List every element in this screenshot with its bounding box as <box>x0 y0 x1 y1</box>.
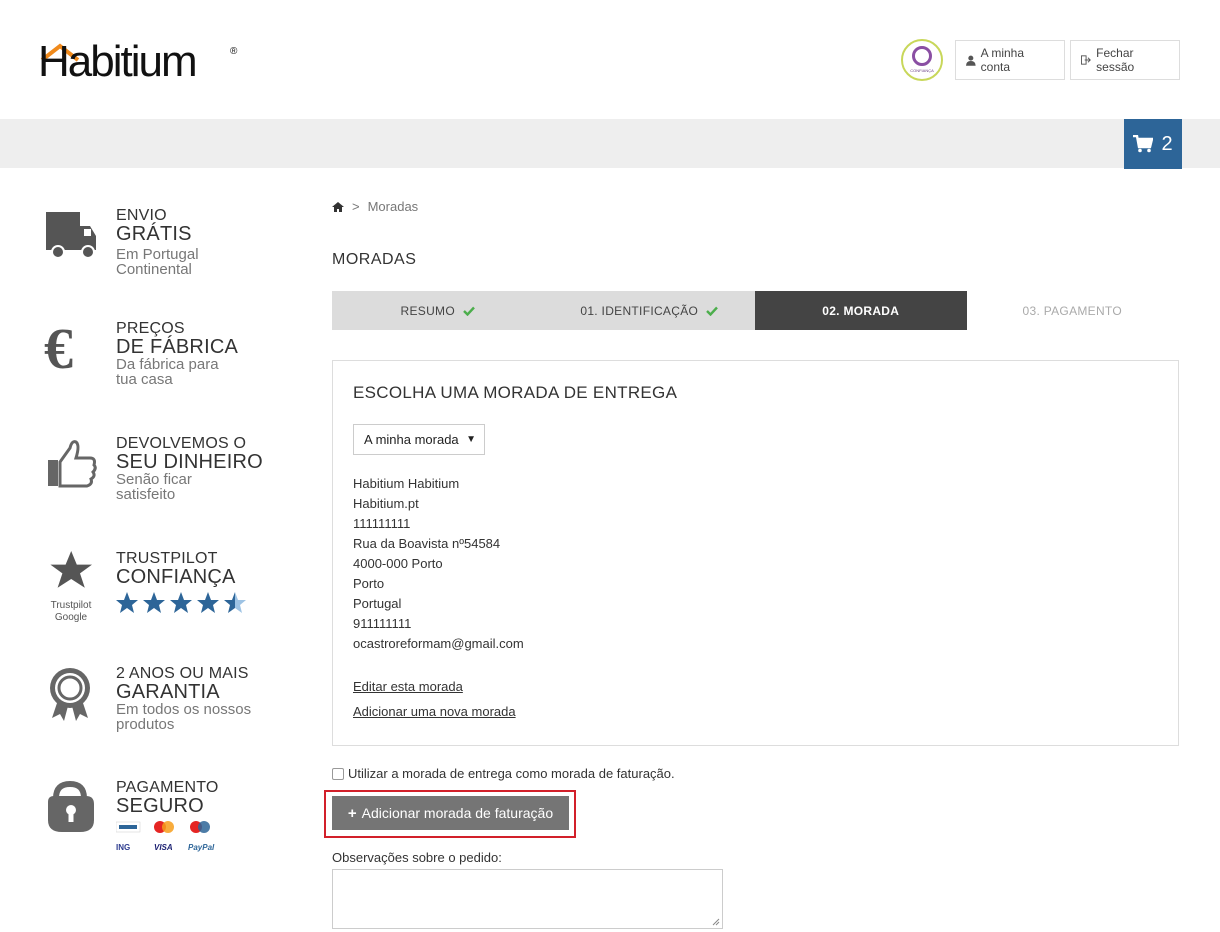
address-line: ocastroreformam@gmail.com <box>353 636 524 651</box>
check-icon <box>706 306 719 316</box>
star-2 <box>143 592 165 613</box>
address-line: Porto <box>353 576 385 591</box>
sidebar-line1: TRUSTPILOT <box>116 550 218 567</box>
truck-icon <box>46 212 96 259</box>
pay-visa: VISA <box>154 843 173 852</box>
add-billing-address-label: Adicionar morada de faturação <box>361 805 554 821</box>
sidebar-line3: Em todos os nossos <box>116 701 252 718</box>
pay-ing: ING <box>116 843 130 852</box>
trust-badge-text: CONFIANÇA <box>910 68 934 73</box>
order-notes-label: Observações sobre o pedido: <box>332 850 502 865</box>
medal-icon <box>50 668 90 721</box>
breadcrumb: > Moradas <box>332 199 418 214</box>
step-address: 02. MORADA <box>755 291 967 330</box>
billing-checkbox-label: Utilizar a morada de entrega como morada… <box>348 766 675 781</box>
address-select[interactable]: A minha morada ▼ <box>353 424 485 455</box>
trust-badge-icon <box>912 46 932 66</box>
address-line: 4000-000 Porto <box>353 556 443 571</box>
address-select-value: A minha morada <box>364 432 459 447</box>
habitium-logo[interactable]: Habitium ® <box>38 40 238 84</box>
sidebar-line2: SEU DINHEIRO <box>116 451 263 473</box>
address-line: 111111111 <box>353 516 411 531</box>
sidebar-line4: satisfeito <box>116 486 176 503</box>
star-3 <box>170 592 192 613</box>
delivery-address-panel: ESCOLHA UMA MORADA DE ENTREGA A minha mo… <box>332 360 1179 746</box>
logout-label: Fechar sessão <box>1096 46 1135 74</box>
sidebar-line3: Senão ficar <box>116 471 192 488</box>
sidebar-line1: PREÇOS <box>116 320 185 337</box>
step-identification[interactable]: 01. IDENTIFICAÇÃO <box>543 291 755 330</box>
sidebar-line2: CONFIANÇA <box>116 566 236 588</box>
add-address-link[interactable]: Adicionar uma nova morada <box>353 704 516 719</box>
order-notes-textarea[interactable] <box>332 869 723 929</box>
plus-icon: + <box>347 804 357 822</box>
sidebar-line4: tua casa <box>116 371 173 388</box>
billing-checkbox[interactable] <box>332 767 344 780</box>
step-payment: 03. PAGAMENTO <box>966 291 1178 330</box>
cart-icon <box>1133 135 1154 153</box>
step-label: 02. MORADA <box>822 303 900 318</box>
edit-address-link[interactable]: Editar esta morada <box>353 679 463 694</box>
address-line: Habitium.pt <box>353 496 419 511</box>
logout-icon <box>1081 55 1091 65</box>
my-account-label: A minha conta <box>980 46 1024 74</box>
trust-badge[interactable]: CONFIANÇA <box>901 39 943 81</box>
my-account-button[interactable]: A minha conta <box>955 40 1065 80</box>
logo-registered: ® <box>230 46 238 57</box>
sidebar-line1: 2 ANOS OU MAIS <box>116 665 249 682</box>
check-icon <box>463 306 475 316</box>
home-icon[interactable] <box>332 201 344 212</box>
sidebar-line2: DE FÁBRICA <box>116 336 239 358</box>
cart-button[interactable]: 2 <box>1124 119 1182 169</box>
sidebar-line2: SEGURO <box>116 795 204 817</box>
step-label: 03. PAGAMENTO <box>1022 303 1122 318</box>
page-title: MORADAS <box>332 251 417 268</box>
user-icon <box>966 55 976 66</box>
euro-icon: € <box>44 316 73 381</box>
chevron-down-icon: ▼ <box>466 434 476 445</box>
billing-same-as-delivery[interactable]: Utilizar a morada de entrega como morada… <box>332 766 675 781</box>
breadcrumb-separator: > <box>352 199 360 214</box>
star-4 <box>197 592 219 613</box>
sidebar-line1: PAGAMENTO <box>116 779 219 796</box>
star-5-half <box>224 592 246 613</box>
address-details: Habitium Habitium Habitium.pt 111111111 … <box>353 474 524 654</box>
sidebar-line4: Continental <box>116 261 192 278</box>
address-line: Habitium Habitium <box>353 476 460 491</box>
logo-text: Habitium <box>38 37 198 86</box>
checkout-steps: RESUMO 01. IDENTIFICAÇÃO 02. MORADA 03. … <box>332 291 1178 330</box>
star-icon <box>50 551 92 588</box>
navigation-bar <box>0 119 1220 168</box>
delivery-address-title: ESCOLHA UMA MORADA DE ENTREGA <box>353 383 678 402</box>
sidebar-line1: DEVOLVEMOS O <box>116 435 247 452</box>
step-label: 01. IDENTIFICAÇÃO <box>580 303 699 318</box>
star-1 <box>116 592 138 613</box>
pay-paypal: PayPal <box>188 843 215 852</box>
trustpilot-label: Trustpilot <box>50 600 92 611</box>
sidebar-line3: Da fábrica para <box>116 356 219 373</box>
sidebar-line4: produtos <box>116 716 175 733</box>
breadcrumb-current: Moradas <box>367 199 419 214</box>
thumbs-up-icon <box>48 440 97 488</box>
resize-grip-icon[interactable] <box>712 918 720 926</box>
address-line: 911111111 <box>353 616 412 631</box>
sidebar-line3: Em Portugal <box>116 246 199 263</box>
sidebar-line2: GARANTIA <box>116 681 220 703</box>
step-label: RESUMO <box>400 303 455 318</box>
address-line: Rua da Boavista nº54584 <box>353 536 501 551</box>
payment-logos: ING VISA PayPal <box>115 821 215 852</box>
sidebar-line1: ENVIO <box>116 207 167 224</box>
padlock-icon <box>48 780 94 832</box>
step-summary[interactable]: RESUMO <box>332 291 544 330</box>
address-line: Portugal <box>353 596 402 611</box>
google-label: Google <box>54 612 88 623</box>
rating-stars <box>116 592 246 613</box>
add-billing-address-button[interactable]: + Adicionar morada de faturação <box>332 796 569 830</box>
logout-button[interactable]: Fechar sessão <box>1070 40 1180 80</box>
cart-count: 2 <box>1161 132 1173 155</box>
sidebar-line2: GRÁTIS <box>116 223 192 245</box>
